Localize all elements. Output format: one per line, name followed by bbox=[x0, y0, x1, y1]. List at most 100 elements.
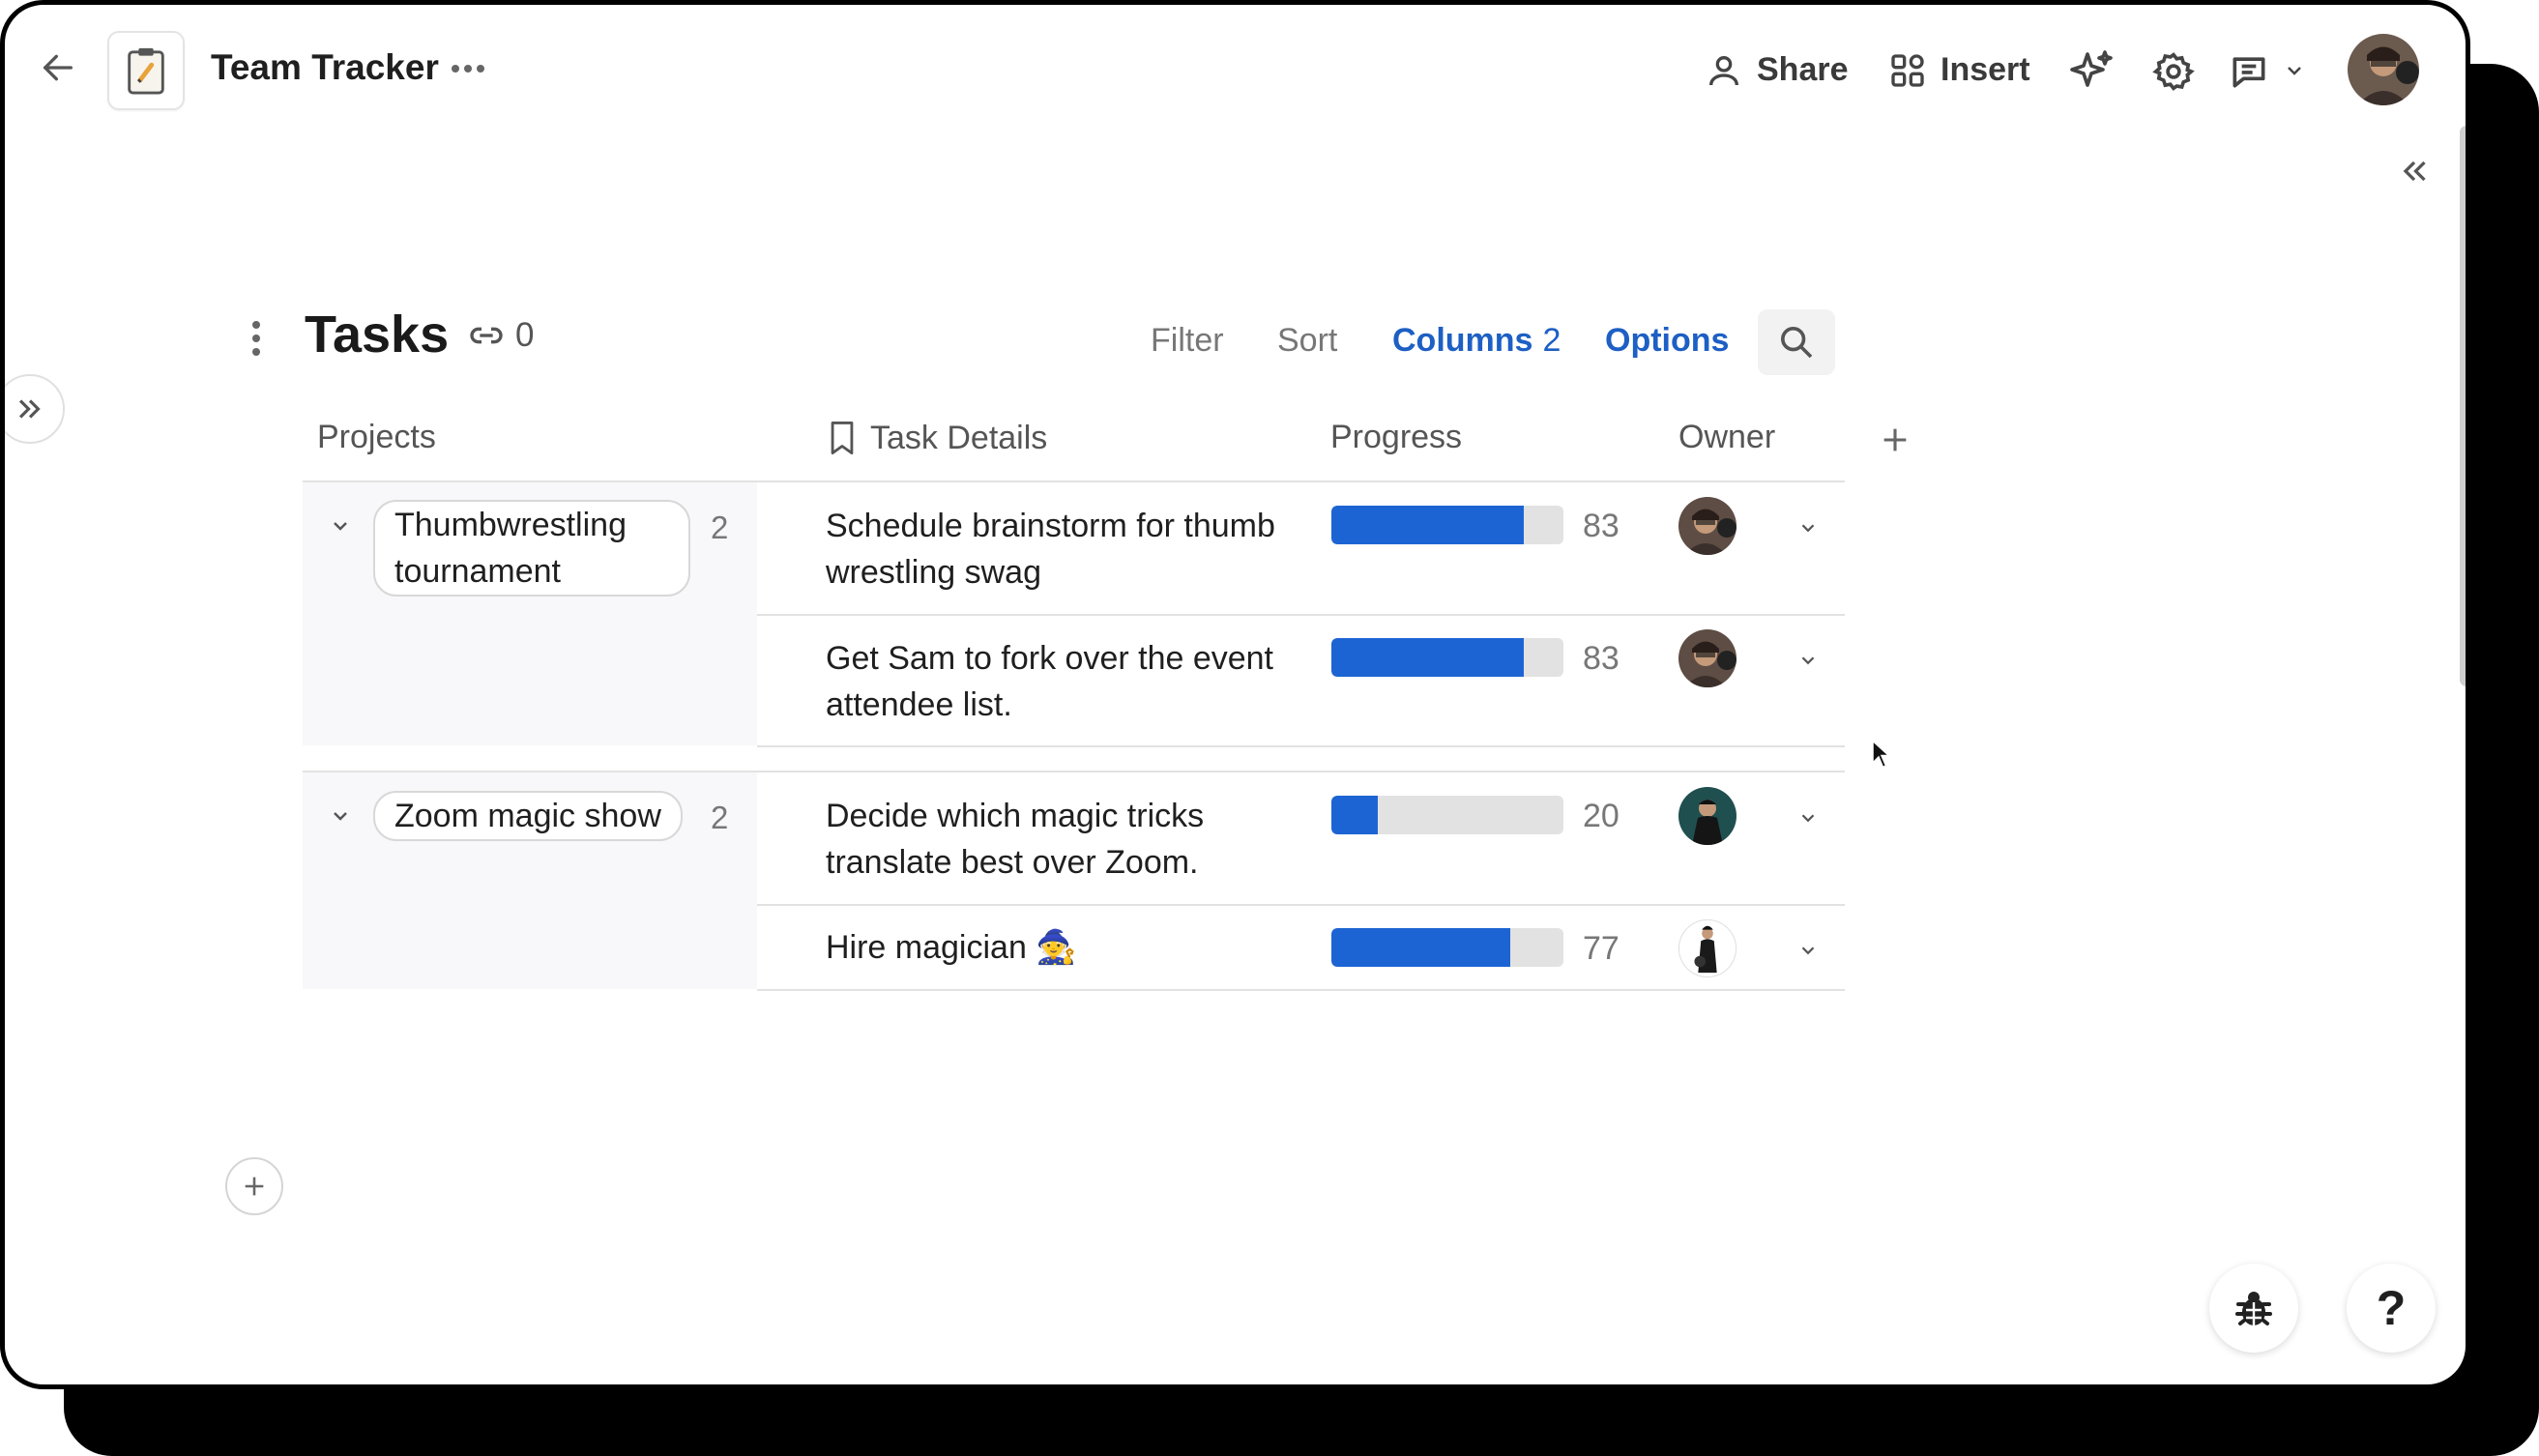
progress-value: 20 bbox=[1583, 798, 1620, 834]
group-count: 2 bbox=[711, 800, 729, 835]
chevron-down-icon bbox=[1801, 524, 1815, 533]
chevron-down-icon bbox=[1801, 656, 1815, 665]
task-detail-cell[interactable]: Decide which magic tricks translate best… bbox=[826, 793, 1309, 886]
share-button[interactable]: Share bbox=[1705, 44, 1849, 97]
bookmark-icon bbox=[831, 422, 854, 455]
task-detail-line: Hire magician 🧙 bbox=[826, 929, 1077, 966]
owner-dropdown-button[interactable] bbox=[1794, 936, 1823, 965]
group-collapse-button[interactable] bbox=[324, 510, 357, 542]
row-divider bbox=[757, 614, 1845, 616]
task-detail-line: translate best over Zoom. bbox=[826, 844, 1199, 881]
group-count: 2 bbox=[711, 510, 729, 545]
app-window: Team Tracker Share Insert Tasks 0 Filter… bbox=[0, 0, 2470, 1389]
column-header-owner[interactable]: Owner bbox=[1678, 419, 1775, 456]
progress-bar-fill bbox=[1331, 796, 1378, 834]
clipboard-icon bbox=[128, 47, 164, 95]
comments-dropdown-button[interactable] bbox=[2277, 53, 2312, 88]
doc-title[interactable]: Team Tracker bbox=[211, 47, 439, 88]
project-tag[interactable]: Zoom magic show bbox=[373, 791, 683, 841]
link-count-value: 0 bbox=[515, 316, 535, 354]
progress-value: 77 bbox=[1583, 930, 1620, 967]
progress-bar-fill bbox=[1331, 638, 1525, 677]
columns-button[interactable]: Columns 2 bbox=[1392, 322, 1561, 360]
column-header-label: Owner bbox=[1678, 419, 1776, 455]
owner-avatar[interactable] bbox=[1678, 919, 1736, 977]
comments-button[interactable] bbox=[2225, 47, 2273, 96]
task-detail-line: Schedule brainstorm for thumb bbox=[826, 508, 1275, 544]
owner-avatar[interactable] bbox=[1678, 629, 1736, 687]
column-header-label: Projects bbox=[317, 419, 436, 455]
table-link-count[interactable]: 0 bbox=[467, 316, 534, 355]
help-button[interactable]: ? bbox=[2347, 1264, 2436, 1353]
progress-bar[interactable] bbox=[1331, 638, 1563, 677]
arrow-left-icon bbox=[44, 54, 73, 81]
expand-left-panel-button[interactable] bbox=[5, 374, 65, 444]
chevron-down-icon bbox=[1801, 814, 1815, 823]
filter-button[interactable]: Filter bbox=[1151, 322, 1224, 360]
task-detail-cell[interactable]: Hire magician 🧙 bbox=[826, 924, 1309, 971]
add-column-button[interactable] bbox=[1874, 419, 1916, 461]
owner-dropdown-button[interactable] bbox=[1794, 513, 1823, 542]
owner-dropdown-button[interactable] bbox=[1794, 646, 1823, 675]
doc-more-button[interactable] bbox=[449, 49, 487, 88]
insert-button[interactable]: Insert bbox=[1888, 44, 2030, 97]
options-button[interactable]: Options bbox=[1605, 322, 1729, 360]
add-table-button[interactable] bbox=[225, 1157, 283, 1215]
collapse-right-panel-button[interactable] bbox=[2393, 150, 2436, 192]
chevron-down-icon bbox=[334, 812, 347, 821]
progress-value: 83 bbox=[1583, 508, 1620, 544]
columns-count: 2 bbox=[1542, 322, 1561, 359]
progress-value: 83 bbox=[1583, 640, 1620, 677]
owner-avatar[interactable] bbox=[1678, 497, 1736, 555]
owner-avatar[interactable] bbox=[1678, 787, 1736, 845]
task-detail-line: Decide which magic tricks bbox=[826, 798, 1205, 834]
column-header-label: Task Details bbox=[870, 419, 1048, 456]
bug-icon bbox=[2235, 1292, 2272, 1325]
person-icon bbox=[1709, 55, 1738, 85]
more-horizontal-icon bbox=[452, 65, 484, 73]
column-header-progress[interactable]: Progress bbox=[1330, 419, 1462, 456]
double-chevron-left-icon bbox=[2403, 160, 2426, 182]
progress-bar-fill bbox=[1331, 928, 1510, 967]
scrollbar-thumb[interactable] bbox=[2460, 126, 2466, 686]
progress-bar[interactable] bbox=[1331, 796, 1563, 834]
grid-icon bbox=[1891, 53, 1924, 87]
table-menu-button[interactable] bbox=[241, 314, 272, 363]
task-detail-cell[interactable]: Schedule brainstorm for thumb wrestling … bbox=[826, 503, 1309, 596]
user-avatar[interactable] bbox=[2348, 34, 2419, 105]
task-detail-cell[interactable]: Get Sam to fork over the event attendee … bbox=[826, 635, 1309, 728]
project-tag-line: Thumbwrestling bbox=[394, 507, 627, 543]
column-header-projects[interactable]: Projects bbox=[317, 419, 436, 456]
double-chevron-right-icon bbox=[18, 399, 41, 419]
column-header-task-details[interactable]: Task Details bbox=[826, 419, 1047, 457]
row-divider bbox=[757, 989, 1845, 991]
task-detail-line: Get Sam to fork over the event bbox=[826, 640, 1274, 677]
owner-dropdown-button[interactable] bbox=[1794, 803, 1823, 832]
cursor-arrow-icon bbox=[1872, 739, 1891, 769]
insert-label: Insert bbox=[1941, 51, 2030, 88]
mouse-cursor bbox=[1871, 739, 1892, 773]
project-tag[interactable]: Thumbwrestling tournament bbox=[373, 500, 690, 597]
sort-button[interactable]: Sort bbox=[1277, 322, 1337, 360]
chevron-down-icon bbox=[1801, 946, 1815, 955]
task-detail-line: wrestling swag bbox=[826, 554, 1041, 591]
sparkle-icon bbox=[2070, 50, 2113, 87]
bug-report-button[interactable] bbox=[2209, 1264, 2298, 1353]
progress-bar[interactable] bbox=[1331, 928, 1563, 967]
more-vertical-icon bbox=[252, 321, 260, 356]
row-divider bbox=[757, 745, 1845, 747]
table-title[interactable]: Tasks bbox=[305, 305, 449, 364]
plus-icon bbox=[245, 1177, 264, 1196]
back-button[interactable] bbox=[34, 44, 82, 92]
group-collapse-button[interactable] bbox=[324, 800, 357, 832]
column-header-label: Progress bbox=[1330, 419, 1463, 455]
question-icon: ? bbox=[2376, 1281, 2407, 1335]
doc-icon-button[interactable] bbox=[107, 31, 185, 110]
table-search-button[interactable] bbox=[1758, 309, 1835, 375]
plus-icon bbox=[1883, 428, 1907, 451]
progress-bar-fill bbox=[1331, 506, 1525, 544]
progress-bar[interactable] bbox=[1331, 506, 1563, 544]
ai-button[interactable] bbox=[2067, 47, 2116, 96]
row-divider bbox=[757, 904, 1845, 906]
settings-button[interactable] bbox=[2149, 47, 2198, 96]
